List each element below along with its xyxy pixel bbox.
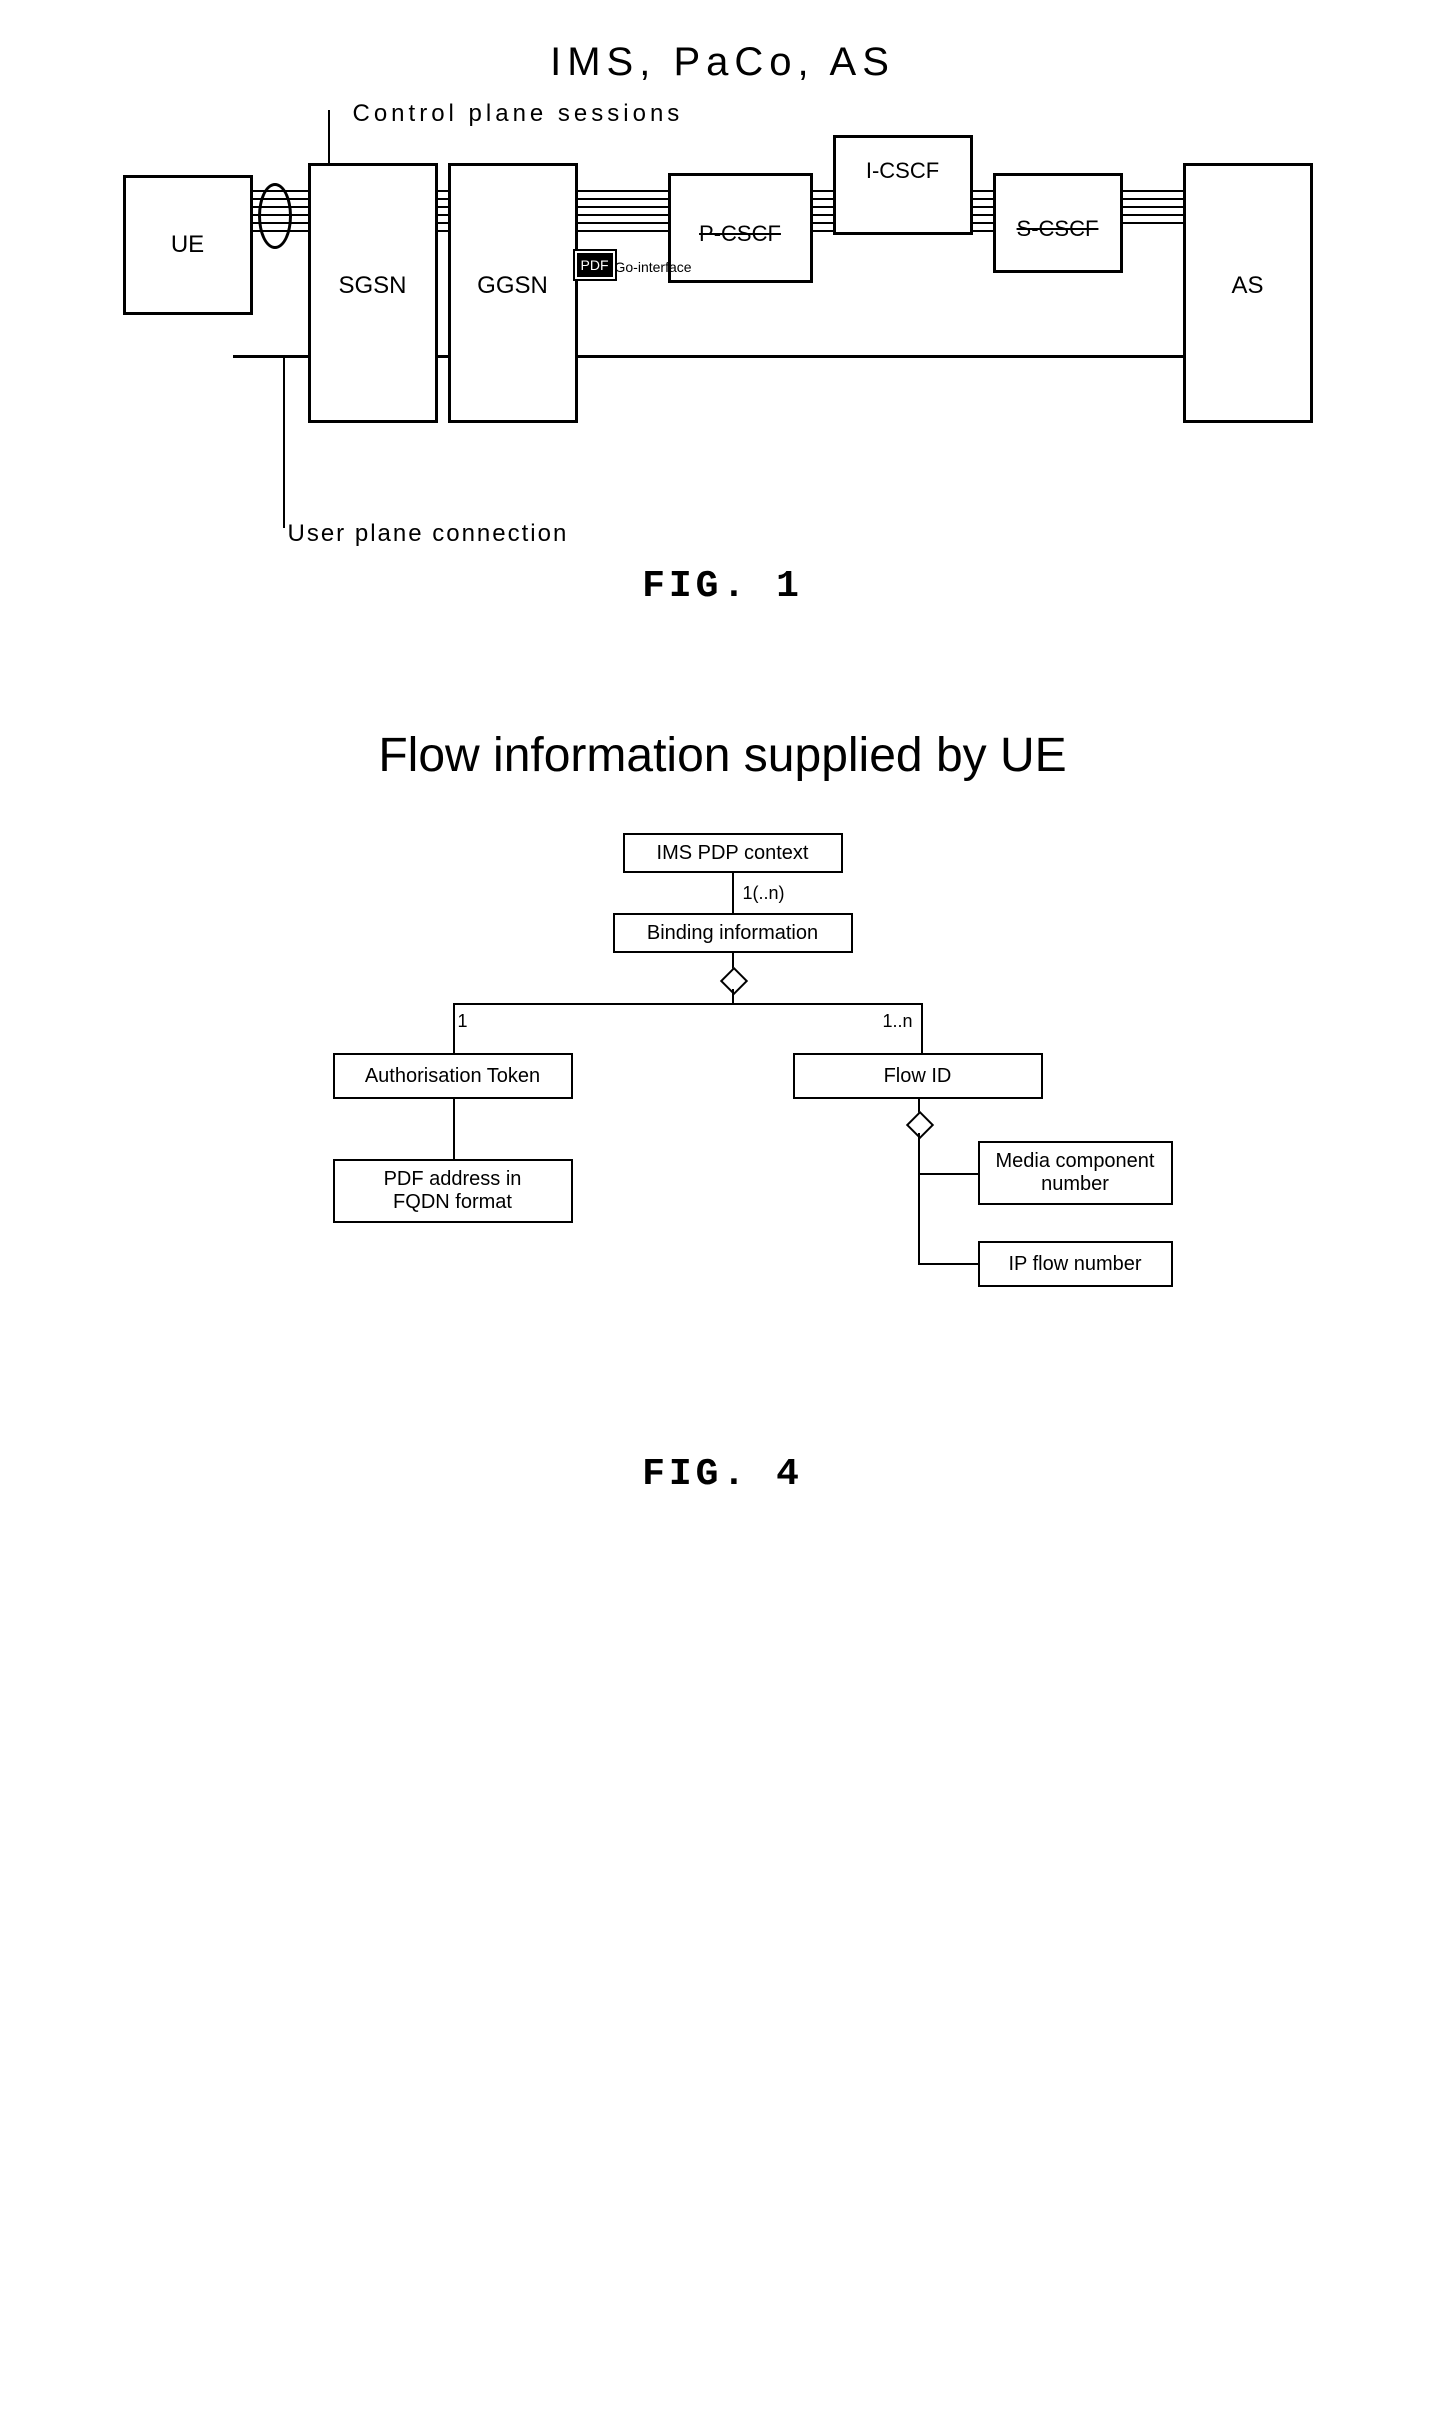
control-plane-label: Control plane sessions (353, 100, 684, 128)
ims-pdp-label: IMS PDP context (657, 842, 809, 865)
auth-token-box: Authorisation Token (333, 1053, 573, 1099)
figure-1: IMS, PaCo, AS Control plane sessions UE … (123, 40, 1323, 608)
ggsn-label: GGSN (477, 272, 548, 300)
user-plane-label: User plane connection (288, 520, 569, 548)
flow-id-box: Flow ID (793, 1053, 1043, 1099)
mult-binding: 1(..n) (743, 883, 785, 904)
connector (918, 1173, 978, 1175)
fig4-title: Flow information supplied by UE (123, 728, 1323, 783)
media-comp-label: Media component number (996, 1150, 1155, 1196)
connector (453, 1003, 923, 1005)
as-box: AS (1183, 163, 1313, 423)
pdf-chip: PDF (575, 251, 615, 279)
user-plane-leader (283, 358, 285, 528)
pdf-addr-box: PDF address in FQDN format (333, 1159, 573, 1223)
connector (453, 1003, 455, 1053)
ue-box: UE (123, 175, 253, 315)
pcscf-label: P-CSCF (699, 221, 781, 247)
icscf-label: I-CSCF (866, 158, 939, 184)
ip-flow-label: IP flow number (1008, 1253, 1141, 1276)
icscf-box: I-CSCF (833, 135, 973, 235)
connector (732, 873, 734, 913)
media-comp-box: Media component number (978, 1141, 1173, 1205)
go-interface-label: Go-interface (615, 259, 692, 275)
ue-label: UE (171, 231, 204, 259)
ggsn-box: GGSN (448, 163, 578, 423)
fig1-caption: FIG. 1 (123, 565, 1323, 608)
pdf-addr-label: PDF address in FQDN format (384, 1168, 522, 1214)
pdf-chip-label: PDF (581, 257, 609, 273)
connector (918, 1133, 920, 1263)
fig1-canvas: UE SGSN GGSN P-CSCF I-CSCF S-CSCF AS PDF… (123, 125, 1323, 525)
scscf-label: S-CSCF (1017, 216, 1099, 242)
figure-4: Flow information supplied by UE IMS PDP … (123, 728, 1323, 1496)
control-plane-ring-icon (258, 183, 292, 249)
diamond-icon (905, 1111, 933, 1139)
binding-box: Binding information (613, 913, 853, 953)
connector (732, 989, 734, 1003)
mult-auth: 1 (458, 1011, 468, 1032)
auth-token-label: Authorisation Token (365, 1065, 540, 1088)
scscf-box: S-CSCF (993, 173, 1123, 273)
fig4-canvas: IMS PDP context 1(..n) Binding informati… (273, 833, 1173, 1353)
sgsn-box: SGSN (308, 163, 438, 423)
connector (921, 1003, 923, 1053)
sgsn-label: SGSN (338, 272, 406, 300)
ims-pdp-box: IMS PDP context (623, 833, 843, 873)
connector (918, 1263, 978, 1265)
mult-flow: 1..n (883, 1011, 913, 1032)
connector (453, 1099, 455, 1159)
diamond-icon (719, 967, 747, 995)
binding-label: Binding information (647, 922, 818, 945)
fig1-title: IMS, PaCo, AS (123, 40, 1323, 85)
ip-flow-box: IP flow number (978, 1241, 1173, 1287)
flow-id-label: Flow ID (884, 1065, 952, 1088)
as-label: AS (1231, 272, 1263, 300)
fig4-caption: FIG. 4 (123, 1453, 1323, 1496)
